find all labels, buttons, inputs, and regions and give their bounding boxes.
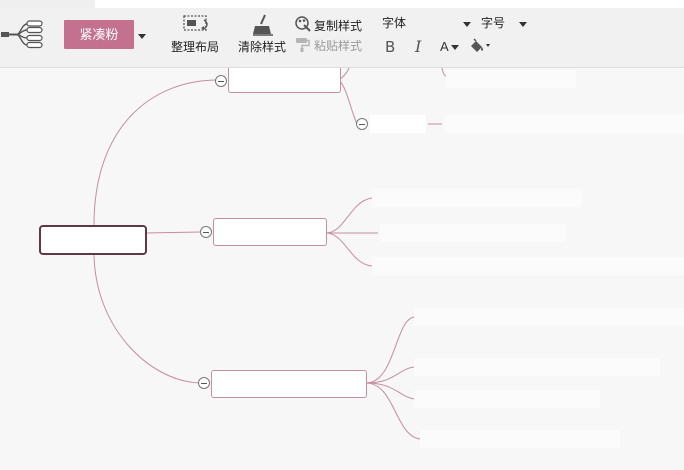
paste-style-button[interactable]: 粘贴样式	[314, 37, 362, 54]
tidy-layout-icon[interactable]	[182, 14, 212, 36]
bold-button[interactable]: B	[385, 38, 395, 56]
topic-node-upper[interactable]	[228, 68, 341, 93]
subtopic-node[interactable]	[380, 224, 566, 242]
tidy-layout-button[interactable]: 整理布局	[171, 38, 219, 55]
font-color-button[interactable]: A	[440, 39, 459, 54]
paint-bucket-icon	[471, 38, 490, 52]
collapse-toggle-icon[interactable]	[198, 377, 210, 389]
theme-dropdown-caret-icon[interactable]	[138, 34, 146, 39]
subtopic-node[interactable]	[414, 390, 600, 408]
paint-roller-icon[interactable]	[295, 36, 311, 52]
subtopic-node[interactable]	[446, 70, 576, 88]
clear-style-button[interactable]: 清除样式	[238, 38, 286, 55]
collapse-toggle-icon[interactable]	[200, 226, 212, 238]
mindmap-canvas[interactable]	[0, 68, 684, 470]
subtopic-node[interactable]	[444, 115, 684, 133]
font-family-caret-icon[interactable]	[463, 22, 471, 27]
subtopic-node[interactable]	[414, 308, 684, 326]
structure-icon[interactable]	[0, 16, 46, 52]
font-color-label: A	[440, 39, 449, 54]
subtopic-node[interactable]	[372, 257, 684, 275]
font-family-select[interactable]: 字体	[382, 14, 406, 31]
collapse-toggle-icon[interactable]	[356, 118, 368, 130]
copy-style-button[interactable]: 复制样式	[314, 17, 362, 34]
top-notch	[0, 0, 95, 8]
root-topic-node[interactable]	[39, 225, 147, 255]
topic-node-lower[interactable]	[211, 370, 367, 398]
font-size-caret-icon[interactable]	[519, 22, 527, 27]
subtopic-node[interactable]	[420, 430, 620, 448]
italic-button[interactable]: I	[415, 37, 421, 56]
broom-icon[interactable]	[251, 13, 275, 37]
toolbar: 紧凑粉 整理布局 清除样式 复制样式 粘贴样式 字体 字号 B I A	[0, 8, 684, 68]
theme-button[interactable]: 紧凑粉	[64, 20, 134, 49]
copy-style-icon[interactable]	[294, 16, 312, 32]
subtopic-node[interactable]	[414, 358, 660, 376]
subtopic-node[interactable]	[372, 189, 582, 207]
topic-node-middle[interactable]	[213, 218, 327, 246]
font-size-select[interactable]: 字号	[481, 14, 505, 31]
collapse-toggle-icon[interactable]	[215, 75, 227, 87]
subtopic-node[interactable]	[370, 115, 426, 133]
background-color-button[interactable]	[468, 38, 496, 54]
font-color-caret-icon[interactable]	[450, 45, 459, 51]
window-top-strip	[0, 0, 684, 8]
